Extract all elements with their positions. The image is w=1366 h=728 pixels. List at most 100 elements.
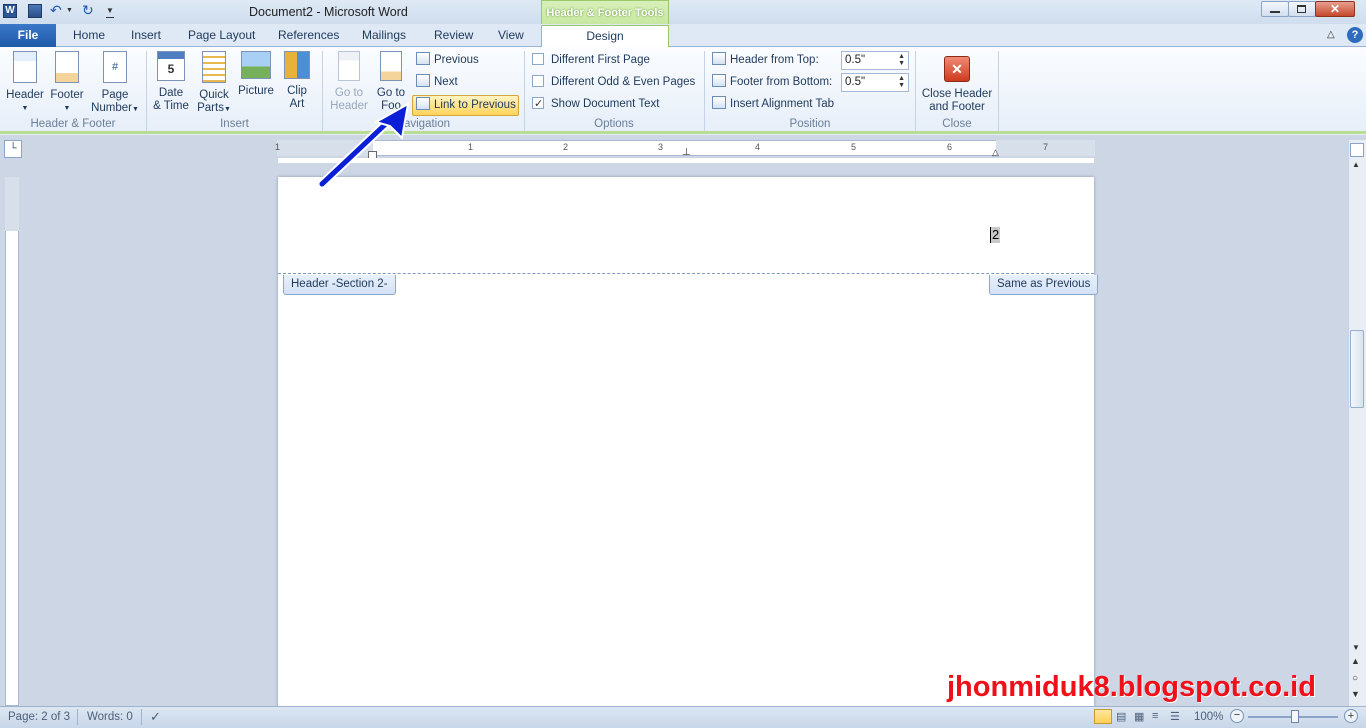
document-page[interactable] <box>278 177 1094 708</box>
help-icon[interactable]: ? <box>1347 27 1363 43</box>
header-icon <box>13 51 37 83</box>
previous-button[interactable]: Previous <box>416 51 479 70</box>
go-to-footer-icon <box>380 51 402 81</box>
show-document-text-checkbox[interactable]: ✓ Show Document Text <box>532 95 659 114</box>
vertical-scrollbar[interactable] <box>1348 140 1366 706</box>
header-position-icon <box>712 52 726 65</box>
header-from-top-spinner[interactable]: 0.5" ▲ ▼ <box>841 51 909 70</box>
zoom-in-icon[interactable]: + <box>1344 709 1358 723</box>
right-indent-marker-icon[interactable]: △ <box>992 147 999 158</box>
group-separator <box>998 51 999 131</box>
footer-from-bottom-spinner[interactable]: 0.5" ▲ ▼ <box>841 73 909 92</box>
header-boundary-line <box>278 273 1094 274</box>
zoom-slider-thumb[interactable] <box>1291 710 1299 723</box>
tab-insert[interactable]: Insert <box>131 28 161 42</box>
undo-dropdown-icon[interactable]: ▼ <box>66 4 80 18</box>
draft-view-icon[interactable]: ☰ <box>1170 710 1180 723</box>
quick-parts-icon <box>202 51 226 83</box>
page-count[interactable]: Page: 2 of 3 <box>8 711 70 723</box>
date-time-button[interactable]: 5 Date & Time <box>151 51 191 113</box>
zoom-level[interactable]: 100% <box>1194 711 1223 723</box>
full-screen-reading-icon[interactable]: ▤ <box>1116 710 1126 723</box>
link-to-previous-button[interactable]: Link to Previous <box>412 95 519 116</box>
picture-button[interactable]: Picture <box>236 51 276 98</box>
status-separator <box>77 709 78 725</box>
vertical-ruler[interactable] <box>5 177 19 706</box>
go-to-header-icon <box>338 51 360 81</box>
word-app-icon[interactable]: W <box>3 4 17 18</box>
header-section-tag: Header -Section 2- <box>283 275 396 295</box>
next-button[interactable]: Next <box>416 73 458 92</box>
status-bar <box>0 706 1366 728</box>
tab-design[interactable]: Design <box>541 25 669 48</box>
proofing-icon[interactable]: ✓ <box>150 709 161 725</box>
restore-button[interactable] <box>1288 1 1316 17</box>
tab-selector-icon[interactable]: └ <box>4 140 22 158</box>
ruler-number: 1 <box>468 142 474 152</box>
browse-object-icon[interactable]: ○ <box>1352 673 1358 684</box>
save-icon[interactable] <box>28 4 42 18</box>
tab-view[interactable]: View <box>498 28 524 42</box>
page-number-field[interactable]: 2 <box>990 227 1001 243</box>
checkbox-icon <box>532 75 544 87</box>
dropdown-arrow-icon: ▼ <box>131 106 139 113</box>
outline-view-icon[interactable]: ≡ <box>1152 710 1158 722</box>
insert-alignment-tab-button[interactable]: Insert Alignment Tab <box>712 95 834 114</box>
group-label-options: Options <box>594 118 634 130</box>
next-icon <box>416 74 430 87</box>
print-layout-view-icon[interactable] <box>1094 709 1112 724</box>
view-ruler-icon[interactable] <box>1350 143 1364 157</box>
close-header-footer-button[interactable]: ✕ Close Header and Footer <box>920 51 994 114</box>
spinner-arrows-icon[interactable]: ▲ ▼ <box>898 75 905 89</box>
picture-icon <box>241 51 271 79</box>
ruler-number: 5 <box>851 142 857 152</box>
web-layout-icon[interactable]: ▦ <box>1134 710 1144 723</box>
header-button[interactable]: Header ▼ <box>4 51 46 115</box>
tab-references[interactable]: References <box>278 28 339 42</box>
status-separator <box>141 709 142 725</box>
watermark-text: jhonmiduk8.blogspot.co.id <box>947 671 1316 703</box>
tab-home[interactable]: Home <box>73 28 105 42</box>
ribbon-context-line <box>0 131 1366 134</box>
alignment-tab-icon <box>712 96 726 109</box>
word-count[interactable]: Words: 0 <box>87 711 133 723</box>
scroll-up-icon[interactable]: ▲ <box>1352 160 1360 169</box>
scrollbar-thumb[interactable] <box>1350 330 1364 408</box>
annotation-arrow <box>317 102 410 189</box>
close-red-x-icon: ✕ <box>944 56 970 82</box>
minimize-ribbon-icon[interactable]: △ <box>1327 29 1335 40</box>
tab-page-layout[interactable]: Page Layout <box>188 28 255 42</box>
group-label-insert: Insert <box>220 118 249 130</box>
dropdown-arrow-icon: ▼ <box>63 105 71 112</box>
different-first-page-checkbox[interactable]: Different First Page <box>532 51 650 70</box>
tab-review[interactable]: Review <box>434 28 473 42</box>
undo-icon[interactable]: ↶ <box>50 3 64 18</box>
quick-parts-button[interactable]: Quick Parts▼ <box>193 51 235 116</box>
footer-from-bottom-label: Footer from Bottom: <box>712 73 832 92</box>
page-number-button[interactable]: # Page Number▼ <box>88 51 142 116</box>
tab-file[interactable]: File <box>0 24 56 47</box>
dropdown-arrow-icon: ▼ <box>223 106 231 113</box>
redo-icon[interactable]: ↻ <box>82 3 96 18</box>
context-group-label: Header & Footer Tools <box>546 7 664 19</box>
footer-button[interactable]: Footer ▼ <box>46 51 88 115</box>
dropdown-arrow-icon: ▼ <box>21 105 29 112</box>
scroll-down-icon[interactable]: ▼ <box>1352 643 1360 652</box>
tab-stop-icon[interactable]: ⊥ <box>682 147 691 158</box>
clip-art-button[interactable]: Clip Art <box>280 51 314 111</box>
next-page-icon[interactable]: ▼ <box>1351 689 1360 699</box>
minimize-button[interactable] <box>1261 1 1289 17</box>
footer-icon <box>55 51 79 83</box>
close-window-button[interactable]: ✕ <box>1315 1 1355 17</box>
different-odd-even-checkbox[interactable]: Different Odd & Even Pages <box>532 73 695 92</box>
zoom-out-icon[interactable]: − <box>1230 709 1244 723</box>
checkmark-icon: ✓ <box>532 97 544 110</box>
customize-qat-icon[interactable]: ▼ <box>106 4 114 18</box>
spinner-arrows-icon[interactable]: ▲ ▼ <box>898 53 905 67</box>
page-number-icon: # <box>103 51 127 83</box>
tab-mailings[interactable]: Mailings <box>362 28 406 42</box>
group-label-position: Position <box>789 118 831 130</box>
header-from-top-label: Header from Top: <box>712 51 819 70</box>
previous-page-icon[interactable]: ▲ <box>1351 656 1360 666</box>
footer-position-icon <box>712 74 726 87</box>
